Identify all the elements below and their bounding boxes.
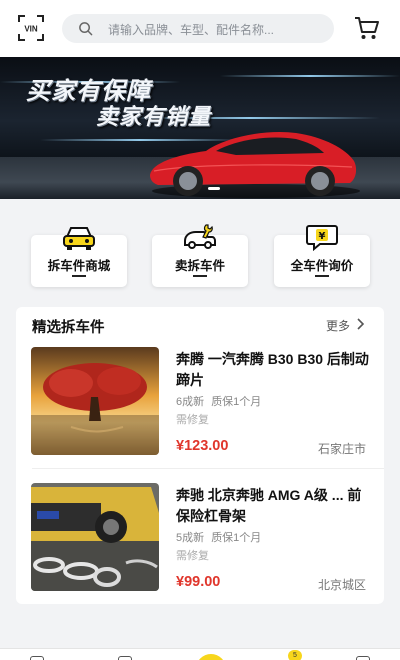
carousel-indicator [200,187,228,190]
list-item[interactable]: 奔腾 一汽奔腾 B30 B30 后制动蹄片 6成新 质保1个月 需修复 ¥123… [16,347,384,467]
category-label: 拆车件商城 [47,259,111,273]
home-tab-icon[interactable] [30,656,44,660]
sports-car-image [150,131,360,198]
divider [32,468,384,469]
item-condition: 5成新 [176,532,205,544]
category-parts-mall[interactable]: 拆车件商城 [31,227,127,287]
category-label: 卖拆车件 [174,259,225,273]
item-meta: 5成新 质保1个月 [176,529,261,545]
category-label: 全车件询价 [290,259,354,273]
item-note: 需修复 [176,550,209,562]
item-price: ¥99.00 [176,574,221,590]
item-condition: 6成新 [176,396,205,408]
cart-count-badge: 5 [288,650,302,660]
search-input[interactable]: 请输入品牌、车型、配件名称... [62,14,334,43]
center-tab-button[interactable] [196,654,226,660]
category-tab-icon[interactable] [118,656,132,660]
list-item[interactable]: 奔驰 北京奔驰 AMG A级 ... 前保险杠骨架 5成新 质保1个月 需修复 … [16,483,384,603]
item-warranty: 质保1个月 [211,532,262,544]
item-meta: 6成新 质保1个月 [176,393,261,409]
featured-parts-card: 精选拆车件 更多 奔腾 一汽奔腾 B30 B30 后制动蹄片 6成新 质保1个月… [16,307,384,604]
chevron-right-icon[interactable] [355,317,365,331]
bottom-nav: 5 [0,648,400,660]
promo-banner[interactable]: 买家有保障 卖家有销量 [0,57,400,199]
item-title: 奔驰 北京奔驰 AMG A级 ... 前保险杠骨架 [176,487,362,524]
item-price: ¥123.00 [176,438,229,454]
category-sell-parts[interactable]: 卖拆车件 [152,224,248,287]
brake-shoe-image [31,347,159,455]
vin-label: VIN [24,25,38,34]
vin-scan-icon[interactable]: VIN [17,14,45,42]
car-front-icon [63,227,95,250]
item-warranty: 质保1个月 [211,396,262,408]
top-bar: VIN 请输入品牌、车型、配件名称... [0,0,400,57]
bumper-frame-image [31,483,159,591]
cart-icon[interactable] [354,15,380,41]
profile-tab-icon[interactable] [356,656,370,660]
svg-text:¥: ¥ [319,231,326,242]
item-location: 石家庄市 [317,442,366,456]
category-full-quote[interactable]: ¥ 全车件询价 [274,225,370,287]
item-location: 北京城区 [317,578,366,592]
search-icon [79,22,93,36]
item-title: 奔腾 一汽奔腾 B30 B30 后制动蹄片 [176,351,369,388]
yen-chat-icon: ¥ [306,225,338,251]
more-link[interactable]: 更多 [326,317,350,334]
car-wrench-icon [184,224,216,249]
search-placeholder: 请输入品牌、车型、配件名称... [108,23,275,37]
section-title: 精选拆车件 [32,320,105,336]
item-note: 需修复 [176,414,209,426]
